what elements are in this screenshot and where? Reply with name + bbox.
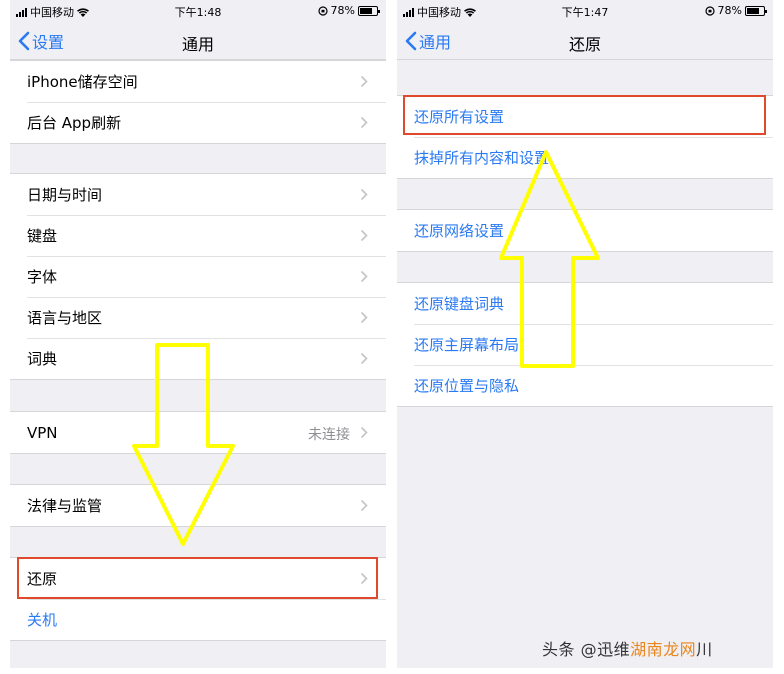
annotation-arrows [132, 150, 600, 546]
watermark: 头条 @迅维湖南龙网川 [542, 640, 713, 659]
down-arrow-icon [132, 343, 235, 546]
up-arrow-icon [499, 150, 600, 368]
